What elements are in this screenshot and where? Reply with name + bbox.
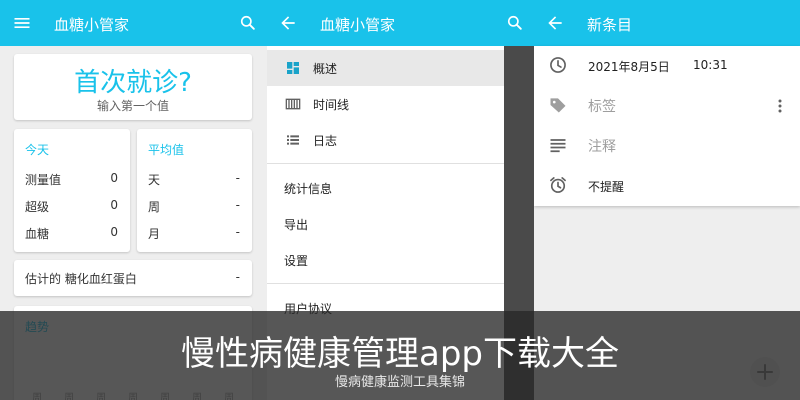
alarm-icon bbox=[548, 175, 568, 195]
drawer-item-label: 概述 bbox=[313, 62, 338, 76]
drawer-item-label: 日志 bbox=[313, 134, 338, 148]
note-field[interactable]: 注释 bbox=[588, 136, 616, 156]
app-bar: 新条目 bbox=[534, 0, 800, 46]
app-title: 血糖小管家 bbox=[54, 16, 130, 34]
drawer-item-settings[interactable]: 设置 bbox=[267, 242, 504, 278]
average-card: 平均值 天 - 周 - 月 - bbox=[137, 129, 252, 252]
date-field[interactable]: 2021年8月5日 bbox=[588, 58, 670, 75]
hba1c-card: 估计的 糖化血红蛋白 - bbox=[14, 260, 252, 296]
first-visit-title: 首次就诊? bbox=[74, 68, 192, 98]
row-label: 测量值 bbox=[25, 173, 62, 187]
drawer-divider bbox=[267, 283, 504, 284]
tag-icon bbox=[548, 95, 568, 115]
drawer-item-label: 统计信息 bbox=[284, 182, 333, 196]
drawer-item-overview[interactable]: 概述 bbox=[267, 50, 504, 86]
hba1c-row: 估计的 糖化血红蛋白 - bbox=[25, 270, 240, 286]
search-icon[interactable] bbox=[505, 13, 525, 33]
time-field[interactable]: 10:31 bbox=[693, 58, 728, 72]
drawer-item-timeline[interactable]: 时间线 bbox=[267, 86, 504, 122]
drawer-item-label: 设置 bbox=[284, 254, 309, 268]
row-label: 血糖 bbox=[25, 227, 50, 241]
entry-form: 2021年8月5日 10:31 标签 注释 不提醒 bbox=[534, 46, 800, 206]
back-arrow-icon[interactable] bbox=[545, 13, 565, 33]
row-value: 0 bbox=[110, 198, 118, 212]
app-title: 血糖小管家 bbox=[320, 16, 396, 34]
drawer-item-log[interactable]: 日志 bbox=[267, 122, 504, 158]
drawer-item-label: 导出 bbox=[284, 218, 309, 232]
first-visit-card[interactable]: 首次就诊? 输入第一个值 bbox=[14, 54, 252, 120]
screen-title: 新条目 bbox=[587, 16, 633, 34]
more-vert-icon[interactable] bbox=[770, 96, 790, 116]
first-visit-subtitle: 输入第一个值 bbox=[96, 99, 169, 113]
average-heading: 平均值 bbox=[148, 143, 185, 157]
today-heading: 今天 bbox=[25, 143, 50, 157]
row-value: - bbox=[235, 225, 240, 239]
average-row: 天 - bbox=[148, 171, 240, 187]
average-row: 月 - bbox=[148, 225, 240, 241]
drawer-item-export[interactable]: 导出 bbox=[267, 206, 504, 242]
list-icon bbox=[285, 132, 301, 148]
dashboard-icon bbox=[285, 60, 301, 76]
hba1c-label: 估计的 糖化血红蛋白 bbox=[25, 272, 137, 286]
menu-icon[interactable] bbox=[12, 13, 32, 33]
row-value: 0 bbox=[110, 225, 118, 239]
banner-title: 慢性病健康管理app下载大全 bbox=[181, 334, 619, 374]
today-row: 血糖 0 bbox=[25, 225, 118, 241]
banner-subtitle: 慢病健康监测工具集锦 bbox=[334, 375, 465, 390]
search-icon[interactable] bbox=[238, 13, 258, 33]
tag-field[interactable]: 标签 bbox=[588, 96, 616, 116]
timeline-icon bbox=[285, 96, 301, 112]
row-label: 超级 bbox=[25, 200, 50, 214]
row-label: 月 bbox=[148, 227, 161, 241]
row-label: 天 bbox=[148, 173, 161, 187]
drawer-divider bbox=[267, 163, 504, 164]
back-arrow-icon[interactable] bbox=[278, 13, 298, 33]
clock-icon bbox=[548, 55, 568, 75]
drawer-item-statistics[interactable]: 统计信息 bbox=[267, 170, 504, 206]
row-label: 周 bbox=[148, 200, 161, 214]
app-bar: 血糖小管家 bbox=[0, 0, 267, 46]
drawer-item-label: 时间线 bbox=[313, 98, 350, 112]
row-value: - bbox=[235, 171, 240, 185]
hba1c-value: - bbox=[235, 270, 240, 284]
row-value: - bbox=[235, 198, 240, 212]
notes-icon bbox=[548, 135, 568, 155]
today-row: 测量值 0 bbox=[25, 171, 118, 187]
today-card: 今天 测量值 0 超级 0 血糖 0 bbox=[14, 129, 130, 252]
reminder-field[interactable]: 不提醒 bbox=[588, 178, 624, 195]
today-row: 超级 0 bbox=[25, 198, 118, 214]
app-bar: 血糖小管家 bbox=[267, 0, 534, 46]
average-row: 周 - bbox=[148, 198, 240, 214]
row-value: 0 bbox=[110, 171, 118, 185]
